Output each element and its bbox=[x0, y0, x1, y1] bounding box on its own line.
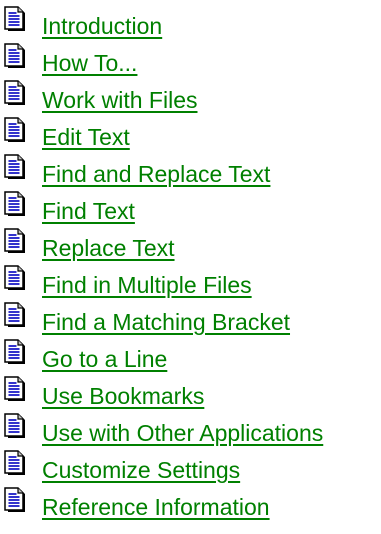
topic-item-introduction[interactable]: Introduction bbox=[4, 3, 323, 40]
topic-item-work-with-files[interactable]: Work with Files bbox=[4, 77, 323, 114]
topic-link-customize-settings[interactable]: Customize Settings bbox=[42, 457, 240, 483]
document-icon bbox=[4, 339, 26, 365]
topic-item-reference-information[interactable]: Reference Information bbox=[4, 484, 323, 521]
document-icon bbox=[4, 191, 26, 217]
topic-item-use-bookmarks[interactable]: Use Bookmarks bbox=[4, 373, 323, 410]
topic-link-use-with-other-applications[interactable]: Use with Other Applications bbox=[42, 420, 323, 446]
document-icon bbox=[4, 117, 26, 143]
topic-item-find-and-replace-text[interactable]: Find and Replace Text bbox=[4, 151, 323, 188]
topic-item-find-a-matching-bracket[interactable]: Find a Matching Bracket bbox=[4, 299, 323, 336]
topic-item-go-to-a-line[interactable]: Go to a Line bbox=[4, 336, 323, 373]
topic-link-find-in-multiple-files[interactable]: Find in Multiple Files bbox=[42, 272, 252, 298]
topic-link-find-a-matching-bracket[interactable]: Find a Matching Bracket bbox=[42, 309, 290, 335]
topic-item-customize-settings[interactable]: Customize Settings bbox=[4, 447, 323, 484]
topic-link-find-text[interactable]: Find Text bbox=[42, 198, 135, 224]
document-icon bbox=[4, 43, 26, 69]
topic-item-how-to[interactable]: How To... bbox=[4, 40, 323, 77]
topic-item-find-in-multiple-files[interactable]: Find in Multiple Files bbox=[4, 262, 323, 299]
document-icon bbox=[4, 413, 26, 439]
topic-item-replace-text[interactable]: Replace Text bbox=[4, 225, 323, 262]
document-icon bbox=[4, 80, 26, 106]
document-icon bbox=[4, 487, 26, 513]
topic-item-use-with-other-applications[interactable]: Use with Other Applications bbox=[4, 410, 323, 447]
help-topic-list: Introduction How To... Work with Files E… bbox=[4, 3, 323, 521]
topic-link-use-bookmarks[interactable]: Use Bookmarks bbox=[42, 383, 204, 409]
topic-link-go-to-a-line[interactable]: Go to a Line bbox=[42, 346, 167, 372]
document-icon bbox=[4, 154, 26, 180]
topic-link-find-and-replace-text[interactable]: Find and Replace Text bbox=[42, 161, 270, 187]
topic-link-how-to[interactable]: How To... bbox=[42, 50, 137, 76]
topic-link-replace-text[interactable]: Replace Text bbox=[42, 235, 175, 261]
topic-link-edit-text[interactable]: Edit Text bbox=[42, 124, 130, 150]
document-icon bbox=[4, 265, 26, 291]
document-icon bbox=[4, 228, 26, 254]
topic-link-work-with-files[interactable]: Work with Files bbox=[42, 87, 198, 113]
document-icon bbox=[4, 302, 26, 328]
topic-link-introduction[interactable]: Introduction bbox=[42, 13, 162, 39]
topic-item-find-text[interactable]: Find Text bbox=[4, 188, 323, 225]
document-icon bbox=[4, 450, 26, 476]
topic-item-edit-text[interactable]: Edit Text bbox=[4, 114, 323, 151]
document-icon bbox=[4, 376, 26, 402]
topic-link-reference-information[interactable]: Reference Information bbox=[42, 494, 270, 520]
document-icon bbox=[4, 6, 26, 32]
